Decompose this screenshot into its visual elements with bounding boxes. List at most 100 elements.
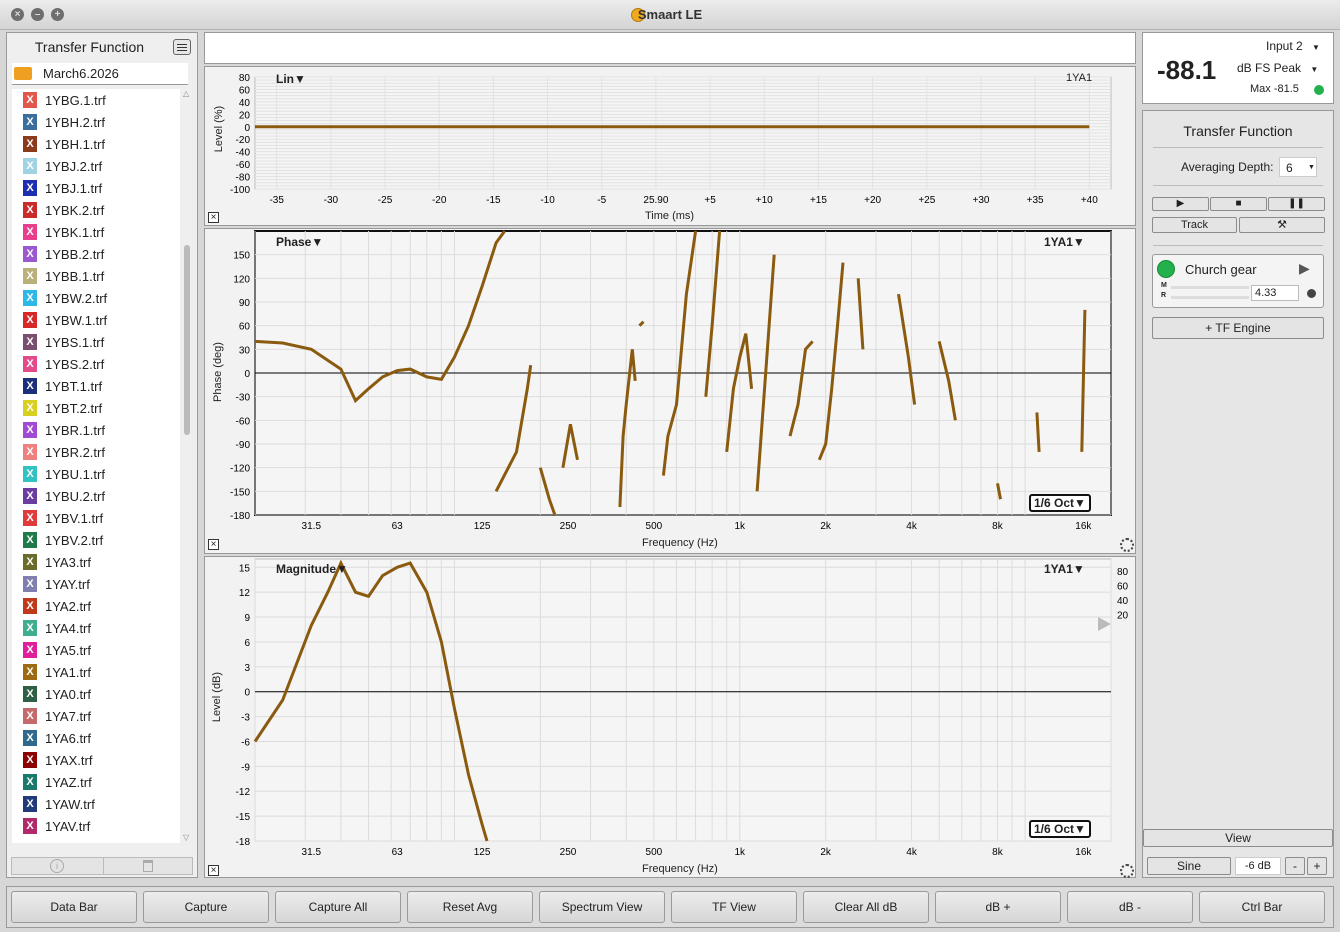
file-list-item[interactable]: X 1YBH.1.trf [12, 133, 180, 155]
magnitude-smoothing-selector[interactable]: 1/6 Oct▼ [1029, 820, 1091, 838]
magnitude-y-tick: -15 [236, 812, 251, 823]
file-list-item[interactable]: X 1YBR.1.trf [12, 419, 180, 441]
pause-button[interactable]: ❚❚ [1268, 197, 1325, 211]
engine-status-icon[interactable] [1157, 260, 1175, 278]
info-icon[interactable]: i [50, 859, 64, 873]
trash-icon[interactable] [143, 860, 153, 872]
file-list-item[interactable]: X 1YBR.2.trf [12, 441, 180, 463]
file-list-item[interactable]: X 1YAW.trf [12, 793, 180, 815]
impulse-x-tick: +35 [1027, 195, 1044, 206]
scrollbar-thumb[interactable] [184, 245, 190, 435]
delay-field[interactable]: 4.33 [1251, 285, 1299, 301]
coherence-threshold-handle-icon[interactable] [1098, 617, 1111, 631]
signal-level-field[interactable]: -6 dB [1235, 857, 1281, 875]
file-list-item[interactable]: X 1YBT.1.trf [12, 375, 180, 397]
reset-avg-button[interactable]: Reset Avg [407, 891, 533, 923]
tf-view-button[interactable]: TF View [671, 891, 797, 923]
magnitude-trace-selector[interactable]: 1YA1▼ [1044, 562, 1085, 576]
phase-smoothing-selector[interactable]: 1/6 Oct▼ [1029, 494, 1091, 512]
file-list-item[interactable]: X 1YAY.trf [12, 573, 180, 595]
meter-mode-selector[interactable]: dB FS Peak ▼ [1237, 61, 1318, 75]
file-list-item[interactable]: X 1YBB.2.trf [12, 243, 180, 265]
tools-icon[interactable]: ⚒ [1239, 217, 1325, 233]
phase-plot[interactable]: 150 120 90 60 30 0 -30 -60 -90 -120 -150 -180 31.5 63… [204, 228, 1136, 554]
clear-all-db-button[interactable]: Clear All dB [803, 891, 929, 923]
delay-finder-icon[interactable] [1307, 289, 1316, 298]
file-list-item[interactable]: X 1YBU.1.trf [12, 463, 180, 485]
file-list-item[interactable]: X 1YBW.1.trf [12, 309, 180, 331]
file-list-item[interactable]: X 1YBT.2.trf [12, 397, 180, 419]
file-list-item[interactable]: X 1YBH.2.trf [12, 111, 180, 133]
phase-settings-gear-icon[interactable] [1120, 538, 1134, 552]
view-button[interactable]: View [1143, 829, 1333, 847]
file-list-item[interactable]: X 1YBK.1.trf [12, 221, 180, 243]
magnitude-settings-gear-icon[interactable] [1120, 864, 1134, 878]
file-list-item[interactable]: X 1YBV.2.trf [12, 529, 180, 551]
capture-button[interactable]: Capture [143, 891, 269, 923]
file-list-item[interactable]: X 1YA3.trf [12, 551, 180, 573]
engine-card[interactable]: Church gear ▶ M R 4.33 [1152, 254, 1324, 308]
phase-y-tick: 30 [239, 345, 251, 356]
close-magnitude-plot-icon[interactable]: × [208, 865, 219, 876]
file-list-scrollbar[interactable]: △ ▽ [182, 89, 192, 845]
file-list-item[interactable]: X 1YBU.2.trf [12, 485, 180, 507]
scroll-down-icon[interactable]: ▽ [183, 833, 189, 842]
file-list-item[interactable]: X 1YBS.1.trf [12, 331, 180, 353]
file-name: 1YBT.2.trf [45, 401, 103, 416]
magnitude-x-tick: 250 [560, 847, 577, 858]
ctrl-bar-button[interactable]: Ctrl Bar [1199, 891, 1325, 923]
trf-file-icon: X [23, 356, 37, 372]
data-bar-button[interactable]: Data Bar [11, 891, 137, 923]
impulse-plot[interactable]: 80 60 40 20 0 -20 -40 -60 -80 -100 -35 -30 -25 -20 -15… [204, 66, 1136, 226]
phase-trace-selector[interactable]: 1YA1▼ [1044, 235, 1085, 249]
file-list-item[interactable]: X 1YA1.trf [12, 661, 180, 683]
file-list-item[interactable]: X 1YBG.1.trf [12, 89, 180, 111]
add-tf-engine-button[interactable]: + TF Engine [1152, 317, 1324, 339]
scroll-up-icon[interactable]: △ [183, 89, 189, 98]
file-list-item[interactable]: X 1YA0.trf [12, 683, 180, 705]
db-button[interactable]: dB - [1067, 891, 1193, 923]
file-list-item[interactable]: X 1YA7.trf [12, 705, 180, 727]
file-list-item[interactable]: X 1YBJ.1.trf [12, 177, 180, 199]
file-list-item[interactable]: X 1YBV.1.trf [12, 507, 180, 529]
phase-y-label: Phase (deg) [212, 342, 224, 402]
db-button[interactable]: dB + [935, 891, 1061, 923]
folder-row[interactable]: March6.2026 [12, 63, 188, 85]
magnitude-plot-title[interactable]: Magnitude▼ [276, 562, 348, 576]
file-panel-menu-button[interactable] [173, 39, 191, 55]
close-impulse-plot-icon[interactable]: × [208, 212, 219, 223]
file-list-item[interactable]: X 1YBB.1.trf [12, 265, 180, 287]
magnitude-smoothing-value: 1/6 Oct [1034, 822, 1075, 836]
close-phase-plot-icon[interactable]: × [208, 539, 219, 550]
coherence-tick: 20 [1117, 611, 1129, 622]
file-list-item[interactable]: X 1YBJ.2.trf [12, 155, 180, 177]
impulse-x-label: Time (ms) [645, 210, 695, 222]
dropdown-arrow-icon: ▼ [311, 235, 324, 249]
file-list-item[interactable]: X 1YA6.trf [12, 727, 180, 749]
file-list-item[interactable]: X 1YA2.trf [12, 595, 180, 617]
signal-plus-button[interactable]: + [1307, 857, 1327, 875]
stop-button[interactable]: ■ [1210, 197, 1267, 211]
signal-minus-button[interactable]: - [1285, 857, 1305, 875]
magnitude-plot[interactable]: 15 12 9 6 3 0 -3 -6 -9 -12 -15 -18 31.5 63 125 250 500 1k… [204, 556, 1136, 878]
file-list-item[interactable]: X 1YBK.2.trf [12, 199, 180, 221]
averaging-label: Averaging Depth: [1181, 160, 1274, 174]
input-selector[interactable]: Input 2 ▼ [1266, 39, 1320, 53]
impulse-plot-title[interactable]: Lin▼ [276, 72, 306, 86]
file-list-item[interactable]: X 1YAX.trf [12, 749, 180, 771]
file-list-item[interactable]: X 1YA5.trf [12, 639, 180, 661]
phase-plot-title[interactable]: Phase▼ [276, 235, 323, 249]
engine-expand-icon[interactable]: ▶ [1299, 260, 1310, 277]
track-button[interactable]: Track [1152, 217, 1237, 233]
spectrum-view-button[interactable]: Spectrum View [539, 891, 665, 923]
signal-generator-button[interactable]: Sine [1147, 857, 1231, 875]
file-list-item[interactable]: X 1YAZ.trf [12, 771, 180, 793]
file-list-item[interactable]: X 1YAV.trf [12, 815, 180, 837]
file-list-item[interactable]: X 1YBW.2.trf [12, 287, 180, 309]
averaging-depth-select[interactable]: 6 ▼ [1279, 157, 1317, 177]
play-button[interactable]: ▶ [1152, 197, 1209, 211]
file-list-item[interactable]: X 1YBS.2.trf [12, 353, 180, 375]
file-name: 1YA2.trf [45, 599, 92, 614]
file-list-item[interactable]: X 1YA4.trf [12, 617, 180, 639]
capture-all-button[interactable]: Capture All [275, 891, 401, 923]
